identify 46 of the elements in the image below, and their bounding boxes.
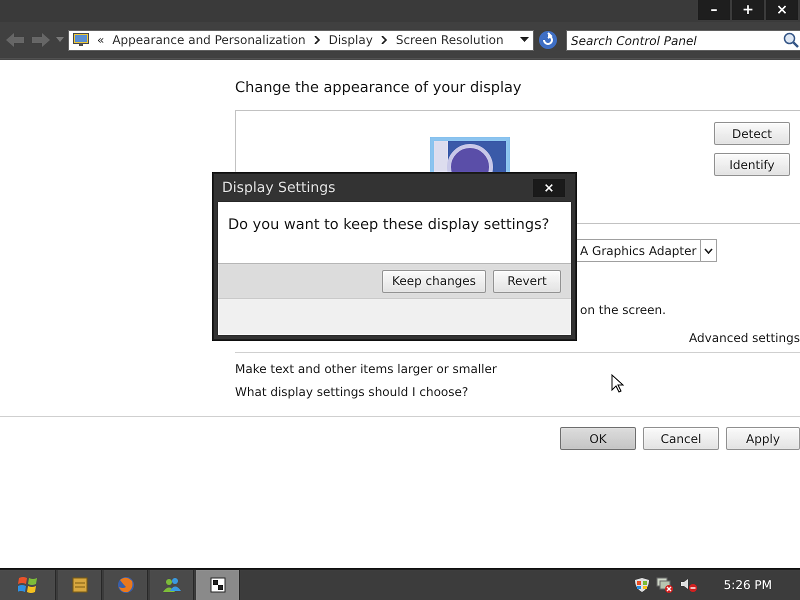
display-settings-icon xyxy=(210,577,226,593)
fox-globe-icon xyxy=(116,576,134,594)
search-field[interactable]: Search Control Panel xyxy=(566,30,800,51)
dropdown-caret-icon[interactable] xyxy=(520,37,529,43)
cabinet-icon xyxy=(72,577,88,593)
dropdown-button[interactable] xyxy=(700,239,718,262)
breadcrumb-item[interactable]: Display xyxy=(328,33,373,47)
taskbar-button[interactable] xyxy=(196,570,240,600)
breadcrumb-item[interactable]: Screen Resolution xyxy=(396,33,504,47)
refresh-icon[interactable] xyxy=(538,30,558,50)
taskbar-button[interactable] xyxy=(150,570,194,600)
identify-button[interactable]: Identify xyxy=(714,153,790,176)
help-link[interactable]: What display settings should I choose? xyxy=(235,385,468,399)
windows-logo-icon xyxy=(18,576,38,594)
apply-button[interactable]: Apply xyxy=(726,427,800,450)
people-icon xyxy=(162,577,182,593)
mouse-cursor-icon xyxy=(611,374,624,393)
network-error-icon xyxy=(656,577,674,593)
dialog-title: Display Settings xyxy=(221,180,336,196)
taskbar-button[interactable] xyxy=(58,570,102,600)
page-heading: Change the appearance of your display xyxy=(235,80,522,98)
close-button[interactable]: × xyxy=(766,0,798,20)
start-button[interactable] xyxy=(0,570,56,600)
speaker-muted-icon xyxy=(680,577,698,593)
chevron-down-icon xyxy=(704,248,714,254)
cancel-button[interactable]: Cancel xyxy=(643,427,719,450)
revert-button[interactable]: Revert xyxy=(493,270,561,292)
chevron-icon xyxy=(314,36,321,44)
ok-button[interactable]: OK xyxy=(560,427,636,450)
maximize-button[interactable]: + xyxy=(732,0,764,20)
chevron-icon xyxy=(380,36,388,44)
dialog-message: Do you want to keep these display settings? xyxy=(228,217,550,233)
orientation-note: on the screen. xyxy=(580,303,667,319)
keep-changes-button[interactable]: Keep changes xyxy=(382,270,486,292)
help-link[interactable]: Make text and other items larger or smaller xyxy=(235,362,497,376)
address-bar[interactable]: « Appearance and Personalization Display Screen Resolution xyxy=(68,30,534,50)
search-icon[interactable] xyxy=(783,32,799,48)
minimize-button[interactable]: – xyxy=(698,0,730,20)
shield-flag-icon xyxy=(634,577,650,593)
advanced-settings-link[interactable]: Advanced settings xyxy=(689,331,800,345)
close-button[interactable]: × xyxy=(533,179,565,197)
detect-button[interactable]: Detect xyxy=(714,122,790,145)
breadcrumb-item[interactable]: Appearance and Personalization xyxy=(112,33,306,47)
monitor-icon xyxy=(73,33,89,47)
clock[interactable]: 5:26 PM xyxy=(724,578,772,592)
breadcrumb-overflow[interactable]: « xyxy=(97,33,104,47)
